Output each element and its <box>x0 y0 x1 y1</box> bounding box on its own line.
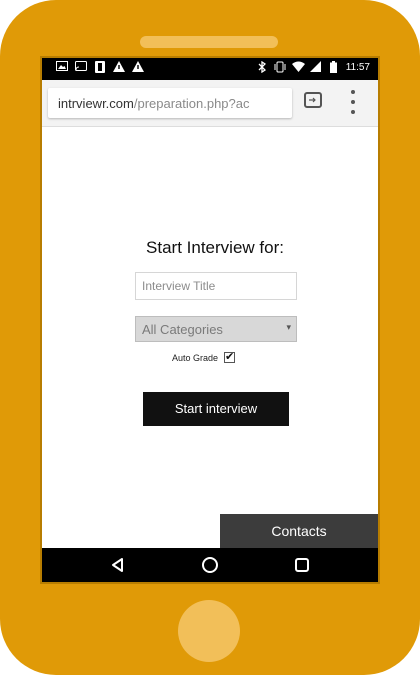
android-nav-bar <box>42 548 378 582</box>
status-time: 11:57 <box>345 61 370 73</box>
alert-icon <box>132 61 144 73</box>
dropdown-arrow-icon: ▾ <box>286 322 291 332</box>
speaker-slot <box>140 36 278 48</box>
url-path: /preparation.php?ac <box>133 96 250 111</box>
address-bar[interactable]: intrviewr.com/preparation.php?ac <box>48 88 292 118</box>
url-host: intrviewr.com <box>58 96 134 111</box>
wifi-icon <box>291 61 305 73</box>
notification-icon <box>94 61 106 73</box>
autograde-checkbox[interactable]: ✔ <box>224 352 236 363</box>
page-content: Start Interview for: All Categories ▾ Au… <box>42 126 378 516</box>
recents-icon[interactable] <box>292 555 312 575</box>
home-icon[interactable] <box>200 555 220 575</box>
cast-icon <box>75 61 87 73</box>
tabs-icon[interactable] <box>304 92 322 108</box>
phone-home-button[interactable] <box>178 600 240 662</box>
contacts-tab[interactable]: Contacts <box>220 514 378 548</box>
signal-icon <box>310 61 322 73</box>
autograde-label: Auto Grade <box>172 352 219 363</box>
battery-icon <box>328 61 340 73</box>
category-select[interactable]: All Categories ▾ <box>135 316 297 342</box>
bluetooth-icon <box>256 60 268 74</box>
vibrate-icon <box>274 61 286 73</box>
autograde-row: Auto Grade ✔ <box>172 352 236 363</box>
more-vert-icon[interactable] <box>348 90 358 114</box>
form-heading: Start Interview for: <box>146 238 284 257</box>
browser-toolbar: intrviewr.com/preparation.php?ac <box>42 80 378 127</box>
phone-frame: 11:57 intrviewr.com/preparation.php?ac S… <box>0 0 420 675</box>
image-icon <box>56 61 68 73</box>
alert-icon <box>113 61 125 73</box>
phone-screen: 11:57 intrviewr.com/preparation.php?ac S… <box>40 56 380 584</box>
category-selected-value: All Categories <box>142 322 223 337</box>
back-icon[interactable] <box>108 555 128 575</box>
status-bar: 11:57 <box>42 58 378 80</box>
interview-title-input[interactable] <box>135 272 297 300</box>
start-interview-button[interactable]: Start interview <box>143 392 289 426</box>
